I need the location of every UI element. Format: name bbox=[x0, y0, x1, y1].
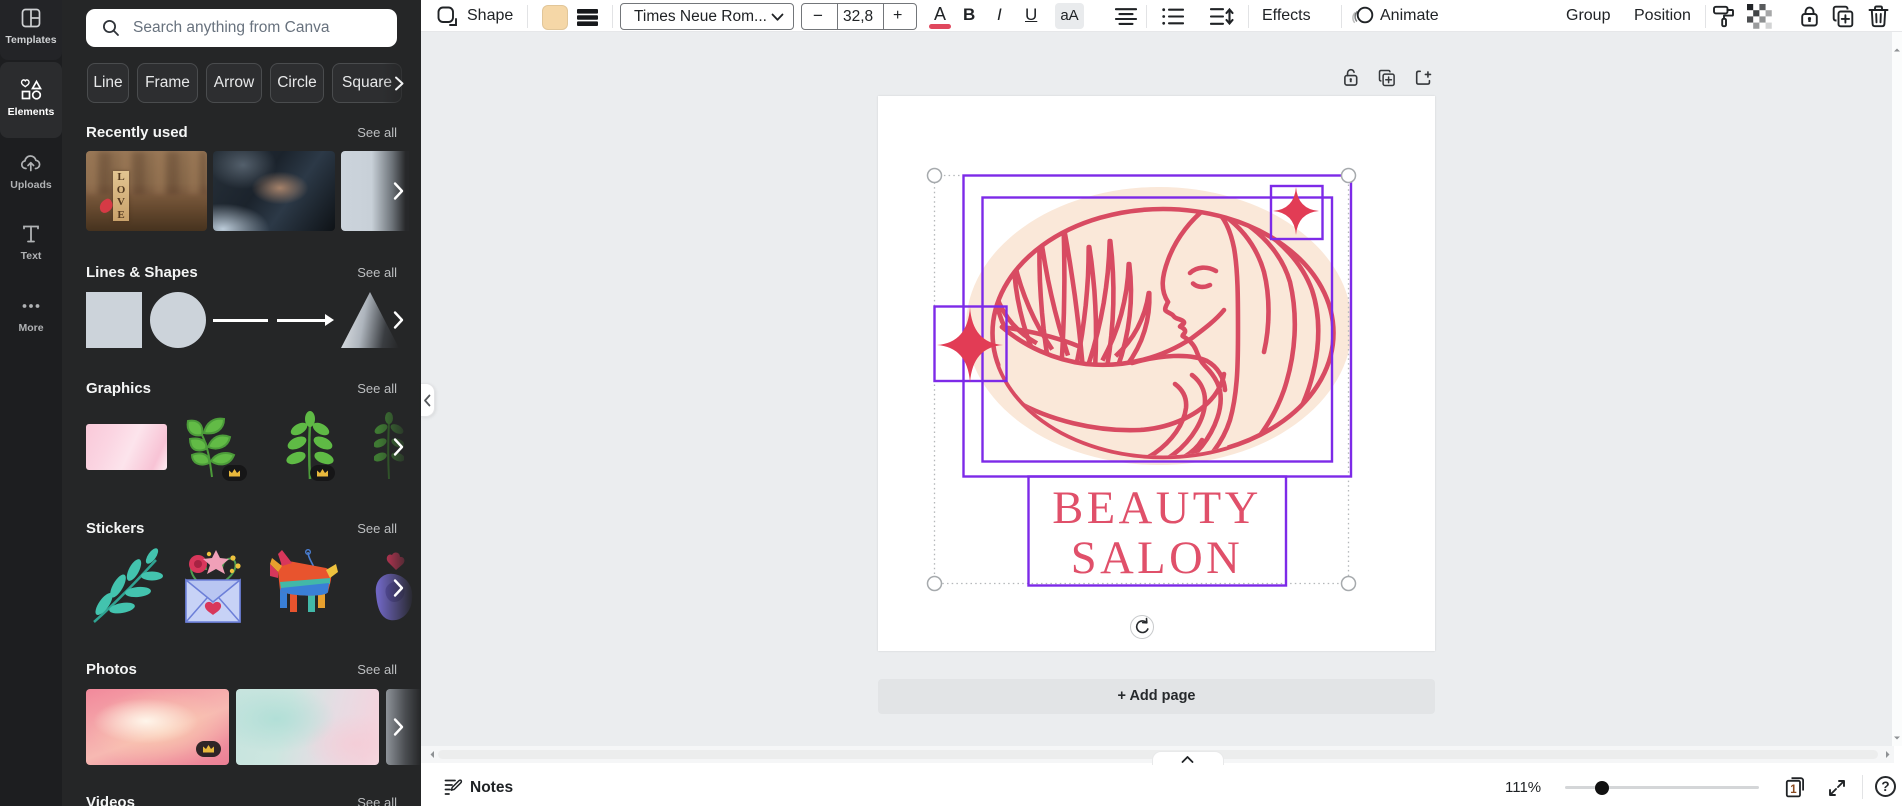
svg-text:BEAUTY: BEAUTY bbox=[1052, 483, 1262, 534]
svg-text:1: 1 bbox=[1790, 784, 1797, 796]
svg-text:SALON: SALON bbox=[1071, 533, 1244, 584]
